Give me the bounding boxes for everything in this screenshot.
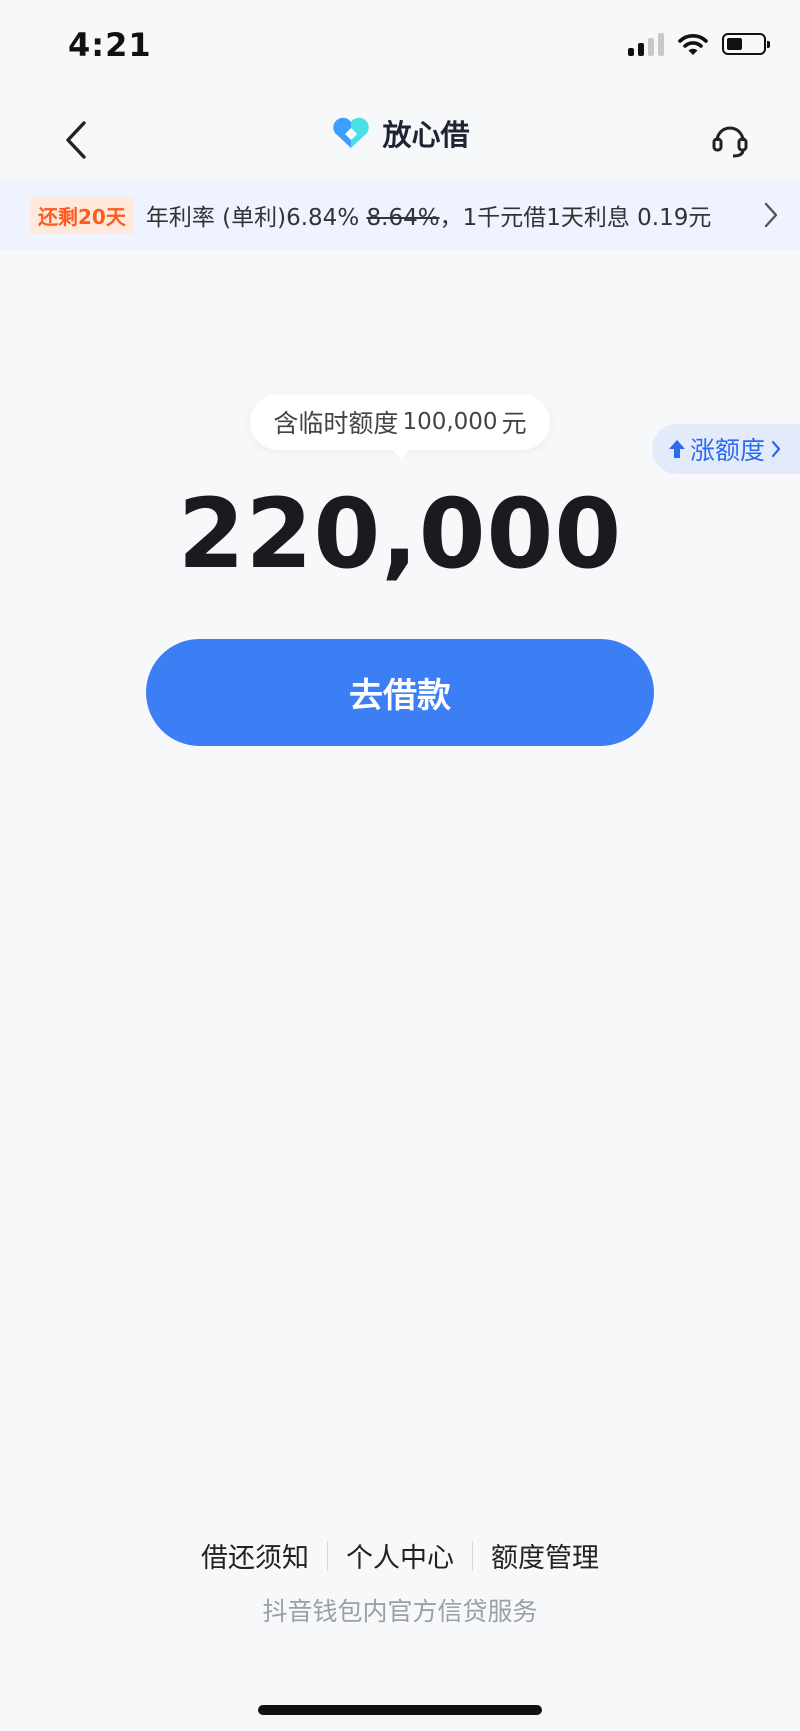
promo-rate-suffix: ，1千元借1天利息 0.19元 bbox=[439, 205, 712, 231]
footer-links: 借还须知 个人中心 额度管理 bbox=[0, 1536, 800, 1575]
borrow-button[interactable]: 去借款 bbox=[146, 639, 654, 746]
brand: 放心借 bbox=[0, 112, 800, 154]
footer-note: 抖音钱包内官方信贷服务 bbox=[262, 1597, 538, 1626]
customer-service-button[interactable] bbox=[700, 110, 760, 170]
promo-rate-current: 6.84% bbox=[286, 205, 360, 231]
footer-link-personal-center[interactable]: 个人中心 bbox=[328, 1536, 472, 1575]
promo-rate-original: 8.64% bbox=[366, 205, 440, 231]
chevron-right-icon bbox=[764, 202, 778, 228]
headset-icon bbox=[712, 126, 748, 158]
promo-rate-prefix: 年利率 (单利) bbox=[145, 205, 287, 231]
wifi-icon bbox=[678, 34, 708, 55]
status-bar: 4:21 bbox=[0, 0, 800, 96]
promo-rate-text: 年利率 (单利)6.84% 8.64%，1千元借1天利息 0.19元 bbox=[146, 198, 712, 232]
temp-credit-bubble: 含临时额度 100,000 元 bbox=[250, 394, 550, 459]
temp-credit-amount: 100,000 bbox=[402, 409, 498, 435]
credit-amount: 220,000 bbox=[177, 478, 623, 590]
battery-icon bbox=[722, 33, 770, 55]
promo-days-left-badge: 还剩20天 bbox=[30, 196, 134, 234]
promo-banner[interactable]: 还剩20天 年利率 (单利)6.84% 8.64%，1千元借1天利息 0.19元 bbox=[0, 180, 800, 250]
status-time: 4:21 bbox=[68, 26, 152, 64]
raise-credit-label: 涨额度 bbox=[690, 436, 766, 465]
brand-name: 放心借 bbox=[382, 118, 470, 152]
nav-bar: 放心借 bbox=[0, 96, 800, 180]
home-indicator[interactable] bbox=[258, 1705, 542, 1715]
chevron-right-icon bbox=[771, 440, 781, 458]
arrow-up-icon bbox=[669, 440, 685, 458]
brand-logo-icon bbox=[333, 117, 370, 148]
raise-credit-button[interactable]: 涨额度 bbox=[652, 424, 800, 474]
cellular-signal-icon bbox=[628, 32, 664, 56]
footer-link-loan-notice[interactable]: 借还须知 bbox=[183, 1536, 327, 1575]
battery-fill bbox=[727, 38, 742, 50]
status-icons bbox=[628, 32, 770, 56]
footer-link-credit-management[interactable]: 额度管理 bbox=[473, 1536, 617, 1575]
temp-credit-unit: 元 bbox=[501, 409, 527, 438]
temp-credit-prefix: 含临时额度 bbox=[273, 409, 399, 438]
